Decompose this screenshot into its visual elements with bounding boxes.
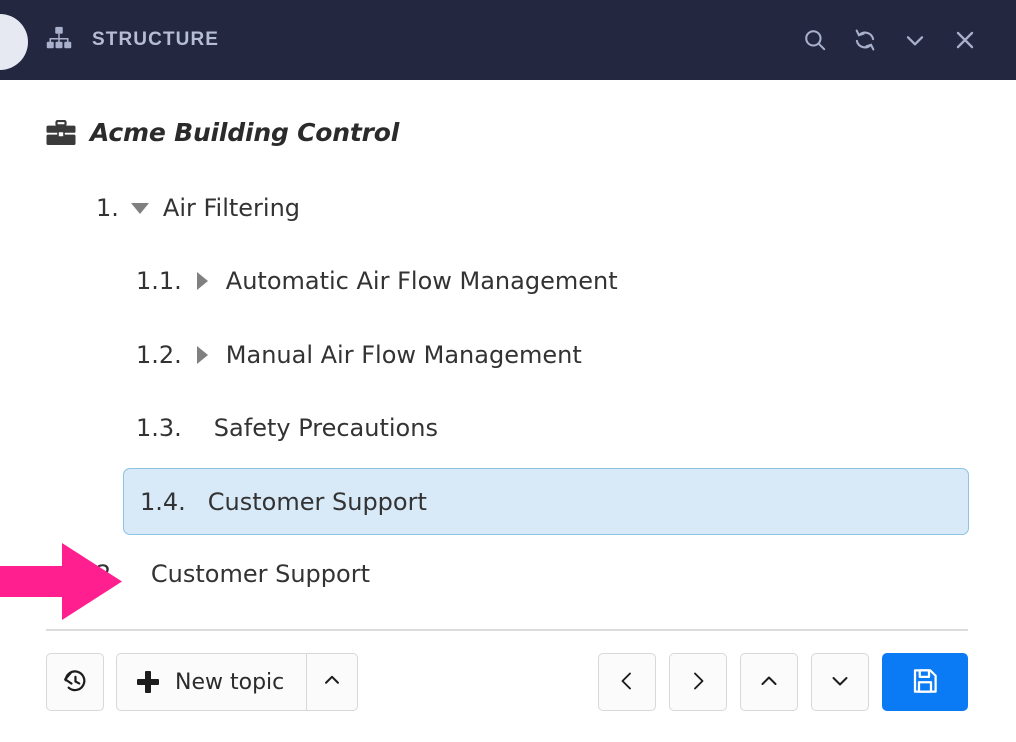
tree-row-number: 1.4.	[140, 488, 186, 516]
plus-icon	[137, 671, 159, 693]
close-icon[interactable]	[950, 25, 980, 55]
app-header: STRUCTURE	[0, 0, 1016, 80]
new-topic-label: New topic	[175, 670, 284, 695]
tree-row-label: Customer Support	[208, 488, 427, 516]
tree-row-label: Safety Precautions	[214, 414, 438, 442]
save-button[interactable]	[882, 653, 968, 711]
structure-hierarchy-icon	[44, 25, 74, 55]
footer-divider	[46, 629, 968, 631]
header-brand: STRUCTURE	[44, 25, 219, 55]
next-button[interactable]	[669, 653, 727, 711]
chevron-down-icon[interactable]	[900, 25, 930, 55]
panel-collapse-handle[interactable]	[0, 14, 28, 70]
twisty-collapsed-icon[interactable]	[192, 270, 214, 292]
tree-row-number: 1.1.	[136, 267, 182, 295]
footer-left-toolbar: New topic	[46, 653, 358, 711]
chevron-down-icon	[828, 669, 852, 696]
tree-row-number: 1.3.	[136, 414, 182, 442]
history-button[interactable]	[46, 653, 104, 711]
history-restore-icon	[61, 667, 89, 698]
page-title: STRUCTURE	[92, 29, 219, 51]
project-root-row[interactable]: Acme Building Control	[46, 118, 399, 147]
briefcase-icon	[46, 120, 76, 146]
project-title: Acme Building Control	[90, 118, 399, 147]
footer-right-toolbar	[598, 653, 968, 711]
tree-row[interactable]: 2. Customer Support	[96, 554, 370, 594]
header-actions	[800, 0, 980, 80]
floppy-disk-save-icon	[910, 666, 940, 699]
tree-row-label: Air Filtering	[163, 194, 300, 222]
tree-row-number: 2.	[96, 560, 119, 588]
move-down-button[interactable]	[811, 653, 869, 711]
move-up-button[interactable]	[740, 653, 798, 711]
refresh-icon[interactable]	[850, 25, 880, 55]
tree-row[interactable]: 1. Air Filtering	[96, 188, 300, 228]
twisty-expanded-icon[interactable]	[129, 197, 151, 219]
new-topic-button[interactable]: New topic	[116, 653, 306, 711]
tree-row-selected[interactable]: 1.4. Customer Support	[123, 468, 969, 535]
search-icon[interactable]	[800, 25, 830, 55]
structure-panel-body: Acme Building Control 1. Air Filtering 1…	[0, 80, 1016, 742]
chevron-up-icon	[321, 669, 343, 696]
tree-row-number: 1.	[96, 194, 119, 222]
new-topic-more-button[interactable]	[306, 653, 358, 711]
tree-row[interactable]: 1.2. Manual Air Flow Management	[136, 335, 582, 375]
new-topic-split-button: New topic	[116, 653, 358, 711]
previous-button[interactable]	[598, 653, 656, 711]
tree-row-label: Customer Support	[151, 560, 370, 588]
chevron-right-icon	[686, 669, 710, 696]
tree-row-label: Automatic Air Flow Management	[226, 267, 618, 295]
twisty-collapsed-icon[interactable]	[192, 344, 214, 366]
tree-row[interactable]: 1.3. Safety Precautions	[136, 408, 438, 448]
chevron-left-icon	[615, 669, 639, 696]
tree-row[interactable]: 1.1. Automatic Air Flow Management	[136, 261, 618, 301]
tree-row-number: 1.2.	[136, 341, 182, 369]
chevron-up-icon	[757, 669, 781, 696]
tree-row-label: Manual Air Flow Management	[226, 341, 582, 369]
